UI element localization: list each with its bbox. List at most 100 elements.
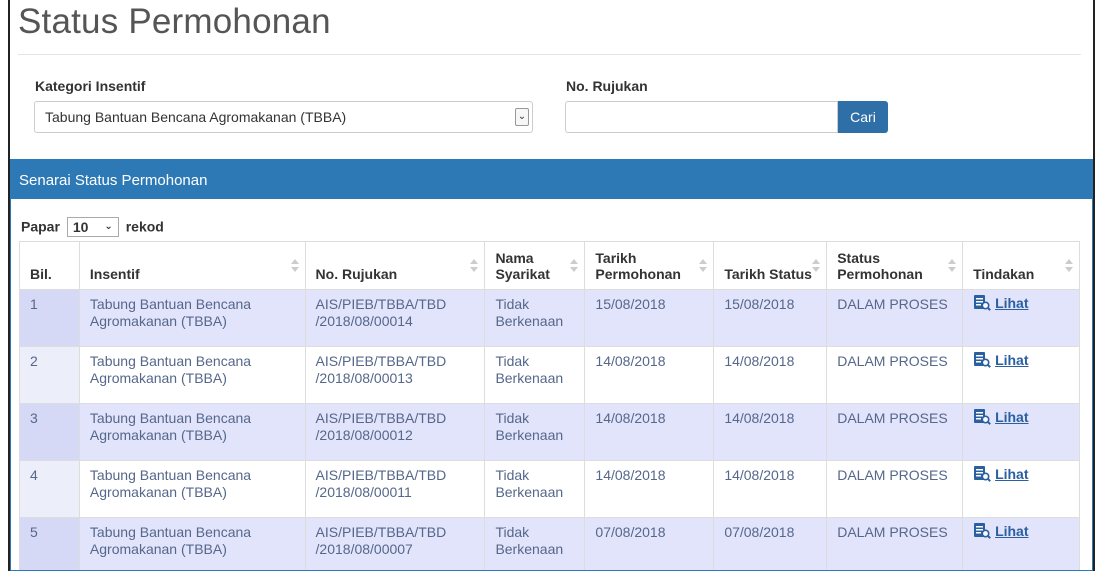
view-link-label: Lihat [995,295,1029,311]
view-link-label: Lihat [995,409,1029,425]
column-header-tindakan[interactable]: Tindakan [962,241,1080,290]
kategori-select[interactable]: Tabung Bantuan Bencana Agromakanan (TBBA… [34,101,533,133]
cell-status: DALAM PROSES [826,346,964,404]
cell-bil: 3 [19,403,80,461]
cell-insentif: Tabung Bantuan Bencana Agromakanan (TBBA… [78,517,306,570]
kategori-label: Kategori Insentif [35,78,146,94]
document-search-icon[interactable] [973,294,991,315]
table-row: 4 Tabung Bantuan Bencana Agromakanan (TBB… [19,460,1080,518]
cell-status: DALAM PROSES [826,517,964,570]
sort-icon [570,257,579,275]
cell-tarikh-status: 07/08/2018 [713,517,828,570]
cell-rujukan: AIS/PIEB/TBBA/TBD /2018/08/00013 [304,346,486,404]
kategori-selected-value: Tabung Bantuan Bencana Agromakanan (TBBA… [45,109,347,125]
column-header-label: Nama Syarikat [495,250,550,282]
column-header-syarikat[interactable]: Nama Syarikat [484,241,586,290]
cell-rujukan: AIS/PIEB/TBBA/TBD /2018/08/00007 [304,517,486,570]
cell-tarikh-permohonan: 07/08/2018 [584,517,715,570]
page-length-prefix: Papar [21,218,60,235]
cell-bil: 2 [19,346,80,404]
column-header-label: Tarikh Permohonan [595,250,681,282]
view-link-label: Lihat [995,352,1029,368]
cell-insentif: Tabung Bantuan Bencana Agromakanan (TBBA… [78,460,306,518]
table-row: 3 Tabung Bantuan Bencana Agromakanan (TBB… [19,403,1080,461]
view-link[interactable]: Lihat [973,523,1029,539]
panel-header: Senarai Status Permohonan [11,160,1092,199]
cell-tarikh-status: 15/08/2018 [713,289,828,347]
cell-tarikh-status: 14/08/2018 [713,403,828,461]
cell-bil: 4 [19,460,80,518]
sort-icon [699,257,708,275]
cell-insentif: Tabung Bantuan Bencana Agromakanan (TBBA… [78,346,306,404]
cell-tindakan: Lihat [962,346,1080,404]
page-length-select[interactable]: 10 ⌄ [66,217,119,237]
cell-tindakan: Lihat [962,289,1080,347]
sort-icon [948,257,957,275]
table-row: 5 Tabung Bantuan Bencana Agromakanan (TBB… [19,517,1080,570]
status-list-panel: Senarai Status Permohonan Papar 10 ⌄ rek… [10,159,1093,571]
cell-rujukan: AIS/PIEB/TBBA/TBD /2018/08/00014 [304,289,486,347]
sort-icon [812,257,821,275]
column-header-insentif[interactable]: Insentif [78,241,306,290]
status-table: Bil. Insentif No. Rujukan Nama Syarikat … [19,241,1080,570]
document-search-icon[interactable] [973,351,991,372]
page-title: Status Permohonan [18,2,331,41]
column-header-label: No. Rujukan [315,266,398,282]
panel-title: Senarai Status Permohonan [19,172,208,189]
document-search-icon[interactable] [973,465,991,486]
cell-tarikh-status: 14/08/2018 [713,346,828,404]
document-search-icon[interactable] [973,408,991,429]
table-row: 2 Tabung Bantuan Bencana Agromakanan (TBB… [19,346,1080,404]
column-header-label: Bil. [30,266,52,282]
cell-rujukan: AIS/PIEB/TBBA/TBD /2018/08/00011 [304,460,486,518]
view-link-label: Lihat [995,466,1029,482]
view-link[interactable]: Lihat [973,352,1029,368]
column-header-tarikh-status[interactable]: Tarikh Status [713,241,828,290]
cell-rujukan: AIS/PIEB/TBBA/TBD /2018/08/00012 [304,403,486,461]
view-link[interactable]: Lihat [973,295,1029,311]
view-link[interactable]: Lihat [973,409,1029,425]
cell-status: DALAM PROSES [826,403,964,461]
title-divider [18,54,1081,55]
column-header-status[interactable]: Status Permohonan [826,241,964,290]
cell-insentif: Tabung Bantuan Bencana Agromakanan (TBBA… [78,289,306,347]
column-header-rujukan[interactable]: No. Rujukan [304,241,486,290]
cell-tarikh-status: 14/08/2018 [713,460,828,518]
column-header-tarikh-permohonan[interactable]: Tarikh Permohonan [584,241,715,290]
column-header-label: Insentif [89,266,140,282]
cell-insentif: Tabung Bantuan Bencana Agromakanan (TBBA… [78,403,306,461]
cell-tarikh-permohonan: 14/08/2018 [584,460,715,518]
view-link-label: Lihat [995,523,1029,539]
cell-tarikh-permohonan: 14/08/2018 [584,403,715,461]
cell-tindakan: Lihat [962,460,1080,518]
sort-icon [470,257,479,275]
cell-syarikat: Tidak Berkenaan [484,403,586,461]
rujukan-input[interactable] [565,101,838,133]
page-length-value: 10 [72,219,89,235]
cell-tindakan: Lihat [962,403,1080,461]
table-row: 1 Tabung Bantuan Bencana Agromakanan (TBB… [19,289,1080,347]
page-length-suffix: rekod [125,218,164,235]
cell-bil: 5 [19,517,80,570]
cell-syarikat: Tidak Berkenaan [484,517,586,570]
cell-bil: 1 [19,289,80,347]
chevron-down-icon[interactable]: ⌄ [515,108,529,126]
rujukan-label: No. Rujukan [566,78,648,94]
document-search-icon[interactable] [973,522,991,543]
page-length-control: Papar 10 ⌄ rekod [21,217,164,238]
table-header-row: Bil. Insentif No. Rujukan Nama Syarikat … [19,241,1080,290]
view-link[interactable]: Lihat [973,466,1029,482]
cell-status: DALAM PROSES [826,289,964,347]
cell-syarikat: Tidak Berkenaan [484,460,586,518]
column-header-label: Status Permohonan [837,250,923,282]
search-button[interactable]: Cari [838,101,888,133]
cell-tindakan: Lihat [962,517,1080,570]
column-header-label: Tarikh Status [724,266,812,282]
cell-tarikh-permohonan: 14/08/2018 [584,346,715,404]
sort-icon [290,257,299,275]
cell-syarikat: Tidak Berkenaan [484,289,586,347]
cell-tarikh-permohonan: 15/08/2018 [584,289,715,347]
column-header-bil: Bil. [19,241,80,290]
chevron-down-icon: ⌄ [104,221,113,232]
cell-syarikat: Tidak Berkenaan [484,346,586,404]
